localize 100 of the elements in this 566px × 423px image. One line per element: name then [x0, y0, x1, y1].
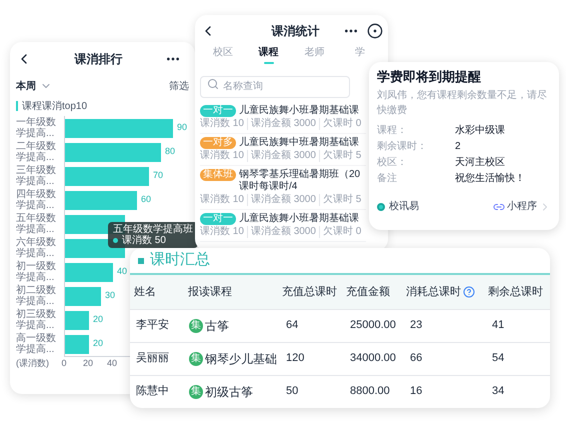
- course-name: 儿童民族舞小班暑期基础课: [239, 104, 359, 116]
- page-title: 课消排行: [74, 51, 122, 68]
- bar: [65, 286, 101, 306]
- table-cell: 34000.00: [342, 342, 402, 375]
- table-cell: 23: [402, 309, 484, 342]
- course-item[interactable]: 集体班 钢琴零基乐理础暑期班（20课时每课时/4 课消数 10 课消金额 3000 欠课时 5: [200, 166, 366, 210]
- category-label: 五年级数学提高...: [16, 213, 57, 235]
- course-stat: 课消金额 3000: [246, 226, 316, 238]
- course-item[interactable]: 一对一 儿童民族舞小班暑期基础课 课消数 10 课消金额 3000 欠课时 0: [200, 102, 366, 134]
- mini-program-link[interactable]: 小程序: [493, 199, 551, 214]
- reminder-title: 学费即将到期提醒: [377, 68, 482, 86]
- field-value: 祝您生活愉快！: [455, 172, 525, 185]
- table-title: 课时汇总: [150, 250, 210, 270]
- page-title: 课消统计: [272, 23, 320, 40]
- value-label: 70: [153, 169, 164, 182]
- course-stat: 欠课时 5: [318, 194, 362, 206]
- category-label: 二年级数学提高...: [16, 141, 57, 163]
- field-label: 备注: [377, 172, 398, 185]
- value-label: 90: [177, 121, 188, 134]
- app-logo-icon: [377, 202, 385, 210]
- column-header: 剩余总课时: [488, 284, 543, 300]
- course-name: 钢琴少儿基础: [205, 350, 277, 368]
- table-cell: 李平安: [130, 309, 184, 342]
- table-cell: 8800.00: [342, 375, 402, 408]
- course-stat: 欠课时 0: [318, 118, 362, 130]
- section-marker: [16, 101, 18, 111]
- course-name: 初级古筝: [205, 384, 253, 400]
- course-name: 儿童民族舞小班暑期基础课: [239, 212, 359, 224]
- bar: [65, 262, 113, 282]
- category-label: 三年级数学提高...: [16, 165, 57, 187]
- field-value: 天河主校区: [455, 156, 505, 169]
- category-label: 初二级数学提高...: [16, 285, 57, 307]
- table-cell: 120: [278, 342, 342, 375]
- value-label: 20: [93, 337, 104, 350]
- course-stat: 欠课时 0: [318, 226, 362, 238]
- course-stat: 课消金额 3000: [246, 150, 316, 162]
- table-cell: 16: [402, 375, 484, 408]
- search-icon: [207, 78, 219, 90]
- field-label: 校区：: [377, 156, 408, 169]
- column-header: 报读课程: [188, 284, 232, 300]
- category-label: 初一级数学提高...: [16, 261, 57, 283]
- title-marker: [138, 258, 144, 264]
- section-title: 课程课消top10: [22, 100, 88, 114]
- course-item[interactable]: 一对多 儿童民族舞中班暑期基础课 课消数 10 课消金额 3000 欠课时 5: [200, 134, 366, 166]
- course-type-tag: 一对多: [200, 136, 236, 148]
- course-stat: 课消数 10: [200, 194, 244, 206]
- value-label: 40: [117, 265, 128, 278]
- table-cell: 陈慧中: [130, 375, 184, 408]
- table-cell: 吴丽丽: [130, 342, 184, 375]
- course-stat: 课消数 10: [200, 150, 244, 162]
- column-header: 消耗总课时: [406, 284, 461, 300]
- course-stat: 课消数 10: [200, 118, 244, 130]
- help-icon[interactable]: [463, 286, 475, 298]
- target-icon[interactable]: [367, 23, 383, 39]
- bar: [65, 310, 89, 330]
- category-label: 高一级数学提高...: [16, 333, 57, 355]
- value-label: 60: [141, 193, 152, 206]
- table-cell: 34: [484, 375, 550, 408]
- course-name: 古筝: [205, 318, 229, 334]
- source-name: 校讯易: [389, 200, 419, 214]
- course-type-tag: 集体班: [200, 168, 236, 180]
- value-label: 20: [93, 313, 104, 326]
- field-value: 2: [455, 140, 461, 153]
- course-badge: 集: [189, 352, 203, 366]
- table-cell: 54: [484, 342, 550, 375]
- reminder-message: 刘凤伟，您有课程剩余数量不足，请尽快缴费: [377, 88, 548, 118]
- tick-label: 0: [62, 357, 66, 370]
- bar: [65, 334, 89, 354]
- tick-label: 20: [83, 357, 93, 370]
- period-dropdown[interactable]: 本周: [16, 78, 52, 94]
- course-stat: 课消数 10: [200, 226, 244, 238]
- course-item[interactable]: 一对一 儿童民族舞小班暑期基础课 课消数 10 课消金额 3000 欠课时 0: [200, 210, 366, 242]
- table-cell: 25000.00: [342, 309, 402, 342]
- course-type-tag: 一对一: [200, 212, 236, 224]
- category-label: 初三级数学提高...: [16, 309, 57, 331]
- field-label: 课程：: [377, 124, 408, 137]
- value-label: 80: [165, 145, 176, 158]
- category-label: 一年级数学提高...: [16, 117, 57, 139]
- course-badge: 集: [189, 384, 203, 398]
- tooltip-title: 五年级数学提高班: [113, 224, 193, 235]
- bar: [65, 190, 137, 210]
- tick-label: 40: [107, 357, 117, 370]
- category-label: 四年级数学提高...: [16, 189, 57, 211]
- tab[interactable]: 课程: [246, 47, 292, 65]
- course-stat: 欠课时 5: [318, 150, 362, 162]
- table-cell: 41: [484, 309, 550, 342]
- filter-button[interactable]: 筛选: [169, 78, 189, 94]
- axis-label: (课消数): [16, 357, 49, 370]
- course-type-tag: 一对一: [200, 104, 236, 116]
- field-value: 水彩中级课: [455, 124, 505, 137]
- search-field[interactable]: 名称查询: [200, 76, 350, 98]
- table-cell: 64: [278, 309, 342, 342]
- column-header: 充值金额: [346, 284, 390, 300]
- category-label: 六年级数学提高...: [16, 237, 57, 259]
- column-header: 充值总课时: [282, 284, 337, 300]
- course-badge: 集: [189, 318, 203, 332]
- value-label: 30: [105, 289, 116, 302]
- tooltip-value: 课消数 50: [122, 235, 166, 246]
- column-header: 姓名: [134, 284, 156, 300]
- table-cell: 50: [278, 375, 342, 408]
